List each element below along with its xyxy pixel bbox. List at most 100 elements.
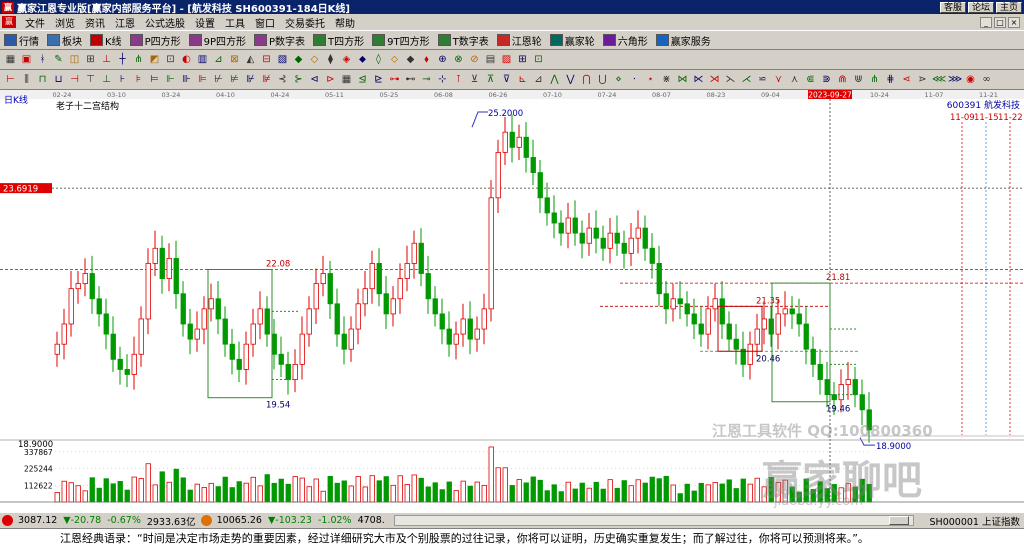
analysis-tool-icon[interactable]: ⊩ [164, 73, 177, 87]
analysis-tool-icon[interactable]: ⊤ [84, 73, 97, 87]
analysis-tool-icon[interactable]: ⋖ [900, 73, 913, 87]
menu-file[interactable]: 文件 [20, 15, 50, 30]
drawing-tool-icon[interactable]: ⬦ [388, 53, 401, 67]
analysis-tool-icon[interactable]: ◉ [964, 73, 977, 87]
toolbar-board-button[interactable]: 板块 [43, 31, 86, 49]
toolbar-p-table-button[interactable]: P数字表 [250, 31, 309, 49]
drawing-tool-icon[interactable]: ▣ [20, 53, 33, 67]
toolbar-grid-button[interactable]: 行情 [0, 31, 43, 49]
analysis-tool-icon[interactable]: ⋇ [660, 73, 673, 87]
toolbar-t-table-button[interactable]: T数字表 [434, 31, 493, 49]
analysis-tool-icon[interactable]: ⊳ [324, 73, 337, 87]
analysis-tool-icon[interactable]: ⋌ [740, 73, 753, 87]
homepage-button[interactable]: 主页 [995, 1, 1022, 13]
analysis-tool-icon[interactable]: ⫼ [20, 73, 33, 87]
menu-tools[interactable]: 工具 [220, 15, 250, 30]
drawing-tool-icon[interactable]: ◈ [340, 53, 353, 67]
analysis-tool-icon[interactable]: ⊻ [468, 73, 481, 87]
analysis-tool-icon[interactable]: ⋕ [884, 73, 897, 87]
drawing-tool-icon[interactable]: ▦ [4, 53, 17, 67]
analysis-tool-icon[interactable]: ⊼ [484, 73, 497, 87]
analysis-tool-icon[interactable]: ⊓ [36, 73, 49, 87]
analysis-tool-icon[interactable]: ⋆ [644, 73, 657, 87]
menu-info[interactable]: 资讯 [80, 15, 110, 30]
drawing-tool-icon[interactable]: ⊡ [164, 53, 177, 67]
kline-chart-svg[interactable]: 02-24 03-10 03-24 04-10 04-24 05-11 05-25 06-08… [0, 90, 1024, 512]
analysis-tool-icon[interactable]: ⋒ [836, 73, 849, 87]
menu-gann[interactable]: 江恩 [110, 15, 140, 30]
analysis-tool-icon[interactable]: ∞ [980, 73, 993, 87]
drawing-tool-icon[interactable]: ⋔ [132, 53, 145, 67]
analysis-tool-icon[interactable]: ⋃ [596, 73, 609, 87]
analysis-tool-icon[interactable]: ⋑ [820, 73, 833, 87]
toolbar-9t-square-button[interactable]: 9T四方形 [368, 31, 433, 49]
analysis-tool-icon[interactable]: ⊮ [244, 73, 257, 87]
menu-trade[interactable]: 交易委托 [280, 15, 330, 30]
index-selector[interactable]: SH000001 上证指数 [927, 514, 1024, 528]
analysis-tool-icon[interactable]: ⊭ [228, 73, 241, 87]
analysis-tool-icon[interactable]: ⊱ [292, 73, 305, 87]
restore-icon[interactable]: □ [994, 16, 1006, 28]
analysis-tool-icon[interactable]: ⊣ [68, 73, 81, 87]
analysis-tool-icon[interactable]: ⊵ [372, 73, 385, 87]
drawing-tool-icon[interactable]: ⊡ [532, 53, 545, 67]
drawing-tool-icon[interactable]: ⊘ [468, 53, 481, 67]
drawing-tool-icon[interactable]: ◐ [180, 53, 193, 67]
analysis-tool-icon[interactable]: ⊶ [388, 73, 401, 87]
analysis-tool-icon[interactable]: ⋂ [580, 73, 593, 87]
drawing-tool-icon[interactable]: ⊞ [516, 53, 529, 67]
drawing-tool-icon[interactable]: ▨ [500, 53, 513, 67]
toolbar-t-square-button[interactable]: T四方形 [309, 31, 368, 49]
analysis-tool-icon[interactable]: ⊥ [100, 73, 113, 87]
chart-scrollbar[interactable] [393, 515, 914, 526]
analysis-tool-icon[interactable]: ⋀ [548, 73, 561, 87]
analysis-tool-icon[interactable]: ▦ [340, 73, 353, 87]
analysis-tool-icon[interactable]: ⊢ [4, 73, 17, 87]
scrollbar-thumb[interactable] [888, 516, 909, 525]
analysis-tool-icon[interactable]: ⋊ [708, 73, 721, 87]
drawing-tool-icon[interactable]: ◆ [404, 53, 417, 67]
analysis-tool-icon[interactable]: ⊾ [516, 73, 529, 87]
service-button[interactable]: 客服 [939, 1, 966, 13]
analysis-tool-icon[interactable]: ⋁ [564, 73, 577, 87]
analysis-tool-icon[interactable]: ⋔ [868, 73, 881, 87]
menu-settings[interactable]: 设置 [190, 15, 220, 30]
drawing-tool-icon[interactable]: ▤ [484, 53, 497, 67]
analysis-tool-icon[interactable]: ⋎ [772, 73, 785, 87]
drawing-tool-icon[interactable]: ◭ [244, 53, 257, 67]
drawing-tool-icon[interactable]: ▥ [196, 53, 209, 67]
analysis-tool-icon[interactable]: ⊿ [532, 73, 545, 87]
drawing-tool-icon[interactable]: ✎ [52, 53, 65, 67]
analysis-tool-icon[interactable]: ⋄ [612, 73, 625, 87]
toolbar-service-button[interactable]: 赢家服务 [652, 31, 715, 49]
drawing-tool-icon[interactable]: ⊗ [452, 53, 465, 67]
toolbar-hexagon-button[interactable]: 六角形 [599, 31, 652, 49]
menu-help[interactable]: 帮助 [330, 15, 360, 30]
drawing-tool-icon[interactable]: ⬥ [356, 53, 369, 67]
drawing-tool-icon[interactable]: ⬧ [420, 53, 433, 67]
analysis-tool-icon[interactable]: ⋍ [756, 73, 769, 87]
analysis-tool-icon[interactable]: ⊲ [308, 73, 321, 87]
drawing-tool-icon[interactable]: ⊕ [436, 53, 449, 67]
toolbar-gann-wheel-button[interactable]: 江恩轮 [493, 31, 546, 49]
drawing-tool-icon[interactable]: ▧ [276, 53, 289, 67]
analysis-tool-icon[interactable]: ⊸ [420, 73, 433, 87]
analysis-tool-icon[interactable]: ⊴ [356, 73, 369, 87]
drawing-tool-icon[interactable]: ◆ [292, 53, 305, 67]
drawing-tool-icon[interactable]: ◫ [68, 53, 81, 67]
toolbar-9p-square-button[interactable]: 9P四方形 [185, 31, 250, 49]
analysis-tool-icon[interactable]: ⊬ [212, 73, 225, 87]
analysis-tool-icon[interactable]: ⊧ [132, 73, 145, 87]
drawing-tool-icon[interactable]: ⊠ [228, 53, 241, 67]
toolbar-kline-button[interactable]: K线 [86, 31, 126, 49]
analysis-tool-icon[interactable]: ⊷ [404, 73, 417, 87]
analysis-tool-icon[interactable]: ⋙ [948, 73, 962, 87]
analysis-tool-icon[interactable]: ⊫ [196, 73, 209, 87]
drawing-tool-icon[interactable]: ◩ [148, 53, 161, 67]
menu-formula-select[interactable]: 公式选股 [140, 15, 190, 30]
analysis-tool-icon[interactable]: ⋏ [788, 73, 801, 87]
analysis-tool-icon[interactable]: ⊰ [276, 73, 289, 87]
drawing-tool-icon[interactable]: ┼ [116, 53, 129, 67]
analysis-tool-icon[interactable]: ⊔ [52, 73, 65, 87]
drawing-tool-icon[interactable]: ⊞ [84, 53, 97, 67]
